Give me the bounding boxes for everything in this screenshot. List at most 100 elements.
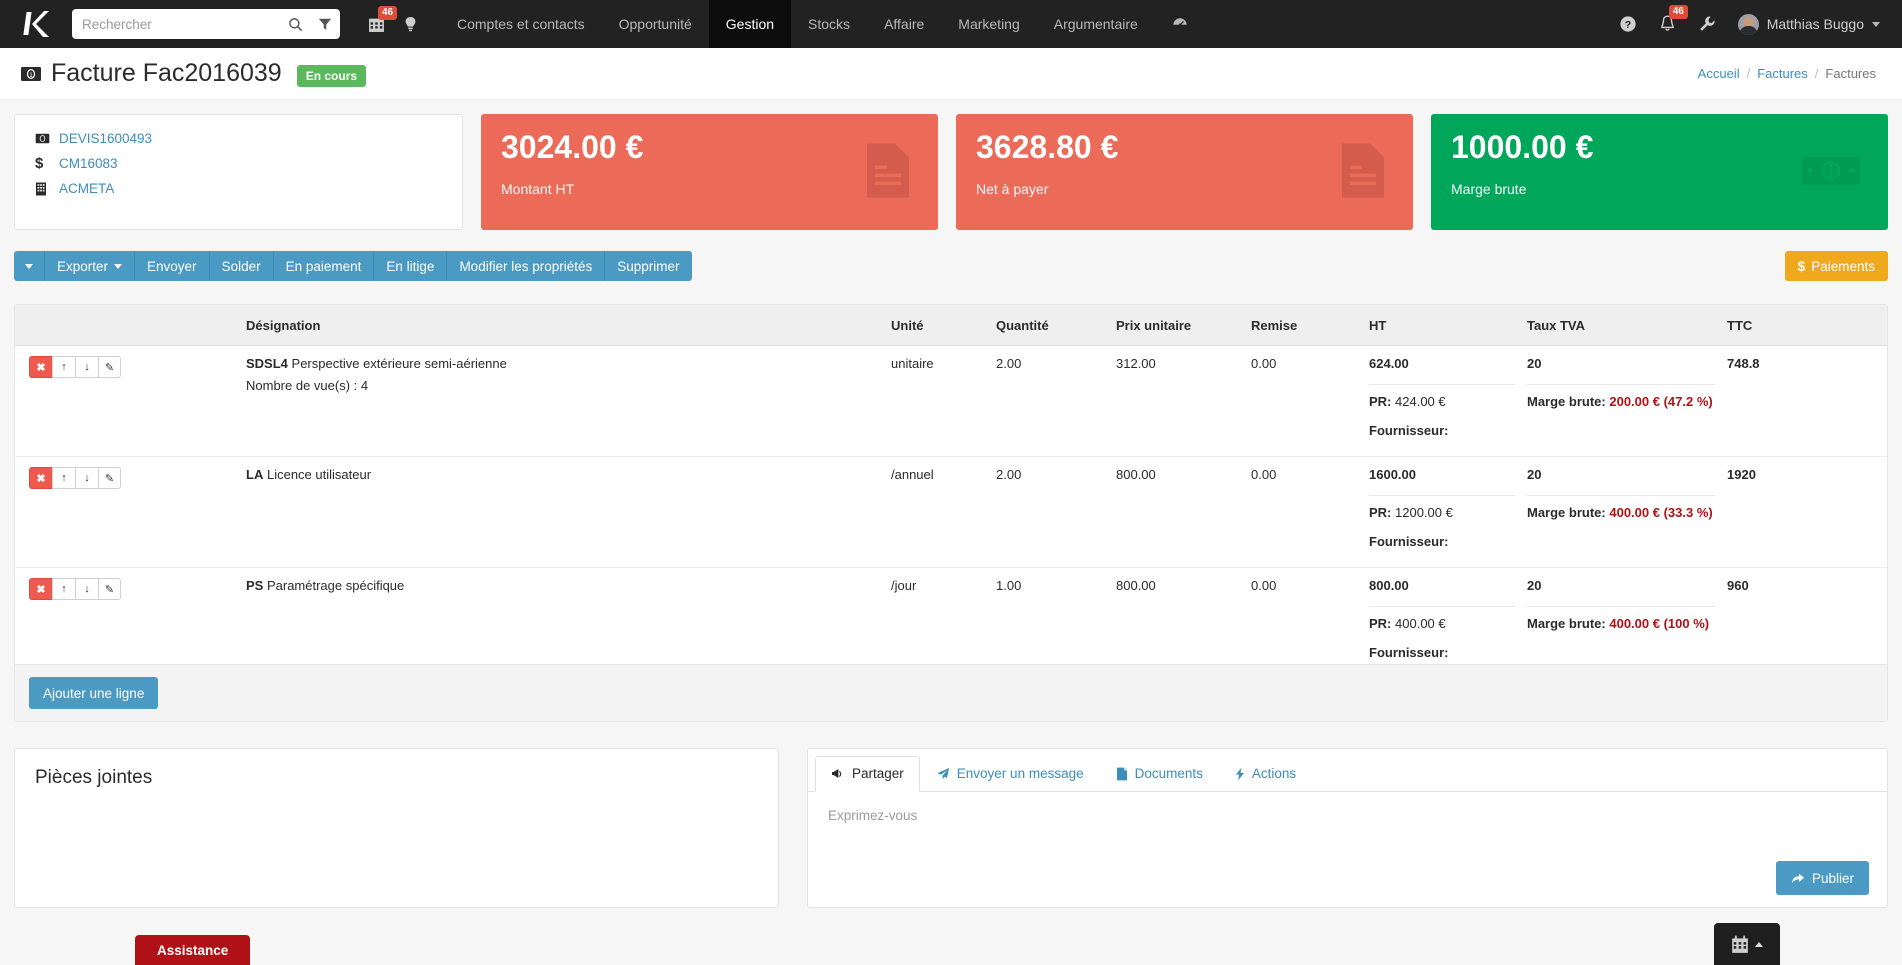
move-up-button[interactable]: ↑ [52,467,75,489]
marge-value: 400.00 € (100 %) [1609,616,1710,631]
toolbar-dropdown-button[interactable] [14,251,45,281]
nav-link-gestion[interactable]: Gestion [708,0,792,48]
row-action-group: ✖ ↑ ↓ ✎ [29,578,234,600]
related-record-commande-link[interactable]: CM16083 [59,156,118,171]
chat-widget-toggle[interactable] [1714,923,1780,965]
kpi-label: Montant HT [501,180,575,197]
toolbar-en-paiement-button[interactable]: En paiement [273,251,375,281]
related-record-devis-link[interactable]: DEVIS1600493 [59,131,152,146]
row-actions-cell: ✖ ↑ ↓ ✎ [15,346,240,443]
bell-icon[interactable]: 46 [1659,5,1688,33]
main-nav: Comptes et contacts Opportunité Gestion … [440,0,1205,48]
toolbar-en-litige-button[interactable]: En litige [374,251,448,281]
bottom-section: Pièces jointes Partager Envoyer un messa… [14,748,1888,928]
marge-label: Marge brute: [1527,505,1606,520]
toolbar-exporter-label: Exporter [57,258,109,274]
lightbulb-icon[interactable] [403,16,418,33]
row-actions-cell: ✖ ↑ ↓ ✎ [15,457,240,554]
document-icon [1339,142,1387,203]
line-code: PS [246,578,264,593]
document-icon [864,142,912,203]
table-row: ✖ ↑ ↓ ✎ PS Paramétrage spécifique /jour … [15,568,1887,665]
nav-link-comptes-et-contacts[interactable]: Comptes et contacts [440,0,602,48]
attachments-panel: Pièces jointes [14,748,779,908]
line-marge-block: Marge brute: 200.00 € (47.2 %) [1527,384,1715,409]
delete-line-button[interactable]: ✖ [29,578,52,600]
user-menu[interactable]: Matthias Buggo [1737,13,1880,35]
marge-value: 200.00 € (47.2 %) [1609,394,1713,409]
move-down-button[interactable]: ↓ [75,467,98,489]
wrench-icon[interactable] [1698,15,1716,33]
status-badge: En cours [296,64,367,87]
breadcrumb-item-factures[interactable]: Factures [1757,66,1808,81]
nav-link-argumentaire[interactable]: Argumentaire [1037,0,1155,48]
row-designation-cell: PS Paramétrage spécifique [240,568,885,665]
line-unite: /jour [891,578,917,593]
nav-link-opportunite[interactable]: Opportunité [602,0,709,48]
publish-button[interactable]: Publier [1775,861,1869,895]
search-icon[interactable] [280,10,310,38]
pr-value: 1200.00 € [1395,505,1453,520]
speedometer-icon[interactable] [1155,0,1205,48]
tab-partager-label: Partager [852,766,904,781]
add-line-button[interactable]: Ajouter une ligne [29,677,159,709]
pr-value: 400.00 € [1395,616,1446,631]
move-down-button[interactable]: ↓ [75,578,98,600]
toolbar-supprimer-button[interactable]: Supprimer [605,251,692,281]
line-quantite: 1.00 [996,578,1022,593]
filter-icon[interactable] [310,10,340,38]
line-ttc-cell: 1920 [1721,457,1887,554]
edit-line-button[interactable]: ✎ [98,356,121,378]
related-record-commande[interactable]: $ CM16083 [35,155,442,172]
toolbar-solder-button[interactable]: Solder [209,251,274,281]
col-remise: Remise [1245,305,1363,346]
delete-line-button[interactable]: ✖ [29,467,52,489]
related-record-compte[interactable]: ACMETA [35,181,442,196]
help-circle-icon[interactable]: ? [1619,15,1637,33]
nav-link-marketing[interactable]: Marketing [941,0,1036,48]
search-box[interactable] [72,9,340,39]
breadcrumb-separator: / [1746,66,1751,81]
calendar-badge: 46 [378,5,398,20]
lines-panel-footer: Ajouter une ligne [15,664,1887,721]
line-code: SDSL4 [246,356,288,371]
row-designation-cell: LA Licence utilisateur [240,457,885,554]
edit-line-button[interactable]: ✎ [98,578,121,600]
breadcrumb-item-accueil[interactable]: Accueil [1698,66,1740,81]
attachments-title: Pièces jointes [35,767,153,788]
search-input[interactable] [72,10,280,38]
tab-documents[interactable]: Documents [1100,756,1219,792]
page-header: 1 Facture Fac2016039 En cours Accueil / … [0,48,1902,100]
line-ht: 1600.00 [1369,467,1416,482]
toolbar-envoyer-button[interactable]: Envoyer [135,251,210,281]
delete-line-button[interactable]: ✖ [29,356,52,378]
nav-link-affaire[interactable]: Affaire [867,0,941,48]
related-record-devis[interactable]: DEVIS1600493 [35,131,442,146]
edit-line-button[interactable]: ✎ [98,467,121,489]
post-composer[interactable]: Exprimez-vous Publier [808,792,1887,907]
move-up-button[interactable]: ↑ [52,356,75,378]
caret-down-icon [25,263,33,269]
related-record-compte-link[interactable]: ACMETA [59,181,114,196]
main-content: DEVIS1600493 $ CM16083 ACMETA 3024.00 € … [0,100,1902,928]
line-unite: unitaire [891,356,934,371]
share-icon [1791,872,1805,885]
line-quantite: 2.00 [996,356,1022,371]
dollar-icon: $ [35,155,44,172]
tab-envoyer-un-message[interactable]: Envoyer un message [920,756,1100,792]
calendar-icon[interactable]: 46 [368,5,398,33]
tab-actions[interactable]: Actions [1219,756,1312,792]
toolbar-exporter-button[interactable]: Exporter [45,251,136,281]
toolbar-modifier-proprietes-button[interactable]: Modifier les propriétés [447,251,606,281]
paiements-button[interactable]: $ Paiements [1784,251,1888,281]
tab-envoyer-un-message-label: Envoyer un message [956,766,1084,781]
invoice-lines-panel: Désignation Unité Quantité Prix unitaire… [14,304,1888,722]
tab-partager[interactable]: Partager [815,756,920,792]
move-down-button[interactable]: ↓ [75,356,98,378]
move-up-button[interactable]: ↑ [52,578,75,600]
nav-link-stocks[interactable]: Stocks [791,0,867,48]
brand-logo[interactable] [10,0,62,48]
pr-label: PR: [1369,616,1392,631]
row-divider [15,553,1887,568]
assistance-button[interactable]: Assistance [135,935,251,965]
